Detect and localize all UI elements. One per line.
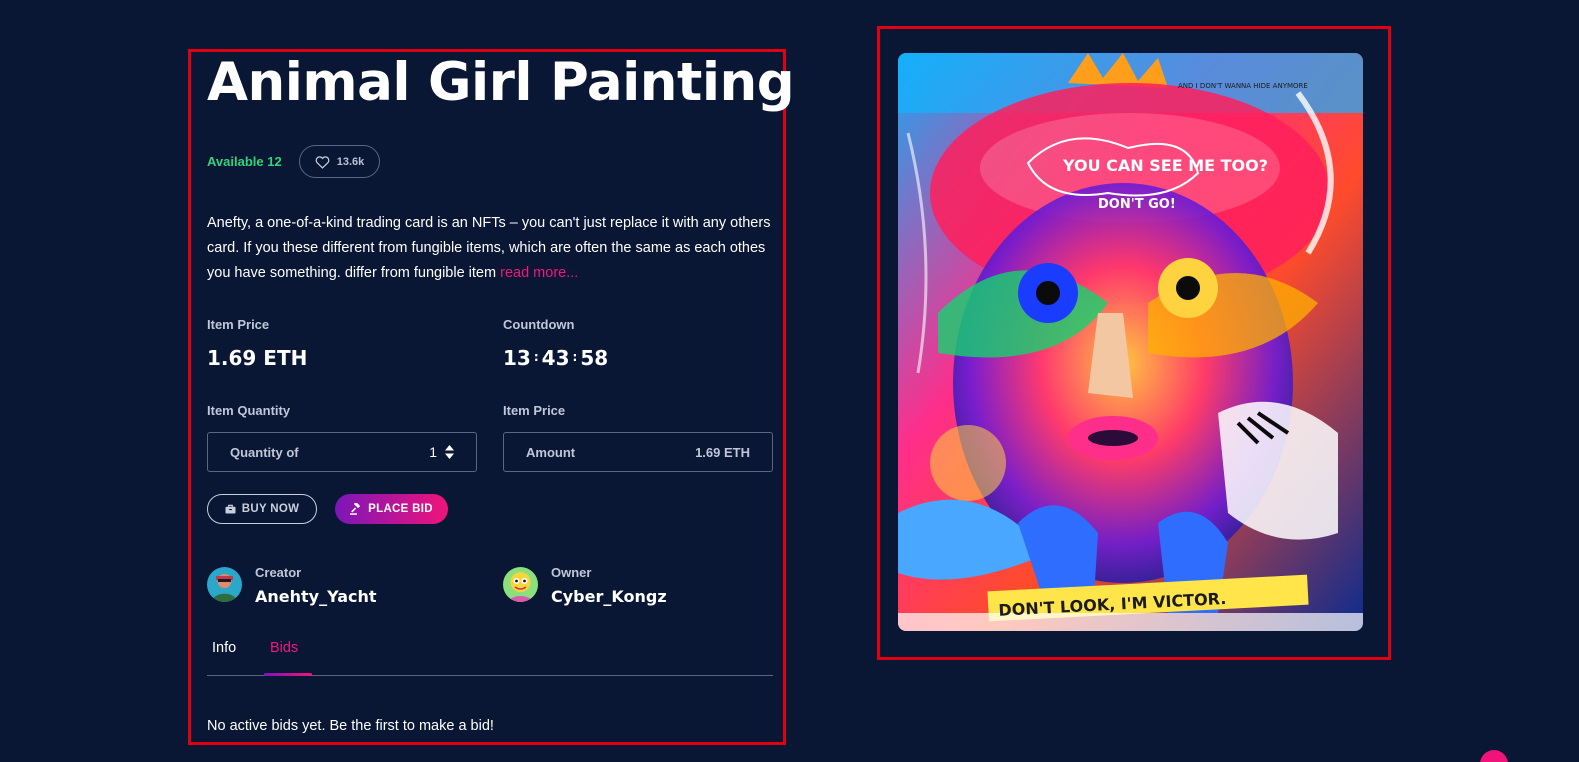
item-quantity-label: Item Quantity	[207, 403, 291, 418]
item-price-value: 1.69 ETH	[207, 346, 308, 370]
scroll-to-top-button[interactable]	[1480, 750, 1508, 762]
bid-price-label: Item Price	[503, 403, 566, 418]
owner-avatar[interactable]	[503, 567, 538, 602]
countdown-label: Countdown	[503, 317, 575, 332]
place-bid-label: PLACE BID	[368, 503, 433, 515]
like-count: 13.6k	[336, 155, 365, 168]
amount-field-label: Amount	[526, 444, 576, 460]
artwork-text: YOU CAN SEE ME TOO?	[1062, 156, 1268, 175]
quantity-field-label: Quantity of	[230, 444, 299, 460]
tab-bids[interactable]: Bids	[270, 640, 298, 656]
nft-artwork-image[interactable]: YOU CAN SEE ME TOO? DON'T GO! AND I DON'…	[898, 53, 1363, 631]
up-down-arrows-icon[interactable]	[445, 445, 454, 459]
availability-label: Available 12	[207, 154, 282, 169]
countdown-timer: 13 : 43 : 58	[503, 346, 608, 370]
creator-avatar[interactable]	[207, 567, 242, 602]
bid-amount-field[interactable]: Amount 1.69 ETH	[503, 432, 773, 472]
artwork-text: DON'T GO!	[1098, 197, 1176, 212]
description-text: Anefty, a one-of-a-kind trading card is …	[207, 215, 771, 281]
like-button[interactable]: 13.6k	[299, 145, 380, 178]
read-more-link[interactable]: read more...	[500, 265, 578, 281]
amount-value: 1.69 ETH	[695, 444, 750, 460]
item-price-label: Item Price	[207, 317, 270, 332]
place-bid-button[interactable]: PLACE BID	[335, 494, 448, 524]
countdown-seconds: 58	[580, 346, 609, 370]
owner-role-label: Owner	[551, 565, 592, 580]
countdown-separator: :	[572, 350, 578, 364]
creator-role-label: Creator	[255, 565, 302, 580]
no-bids-message: No active bids yet. Be the first to make…	[207, 718, 494, 734]
tab-info[interactable]: Info	[212, 640, 236, 656]
active-tab-indicator	[264, 673, 312, 676]
owner-name[interactable]: Cyber_Kongz	[551, 587, 667, 606]
quantity-value: 1	[429, 444, 437, 460]
artwork-text: AND I DON'T WANNA HIDE ANYMORE	[1178, 82, 1308, 90]
heart-icon	[315, 155, 330, 169]
gavel-icon	[350, 503, 361, 515]
countdown-hours: 13	[503, 346, 531, 370]
creator-name[interactable]: Anehty_Yacht	[255, 587, 377, 606]
quantity-stepper[interactable]: Quantity of 1	[207, 432, 477, 472]
item-title: Animal Girl Painting	[207, 52, 795, 113]
countdown-minutes: 43	[541, 346, 570, 370]
buy-now-label: BUY NOW	[241, 503, 300, 515]
item-description: Anefty, a one-of-a-kind trading card is …	[207, 211, 777, 286]
countdown-separator: :	[533, 350, 539, 364]
buy-now-button[interactable]: BUY NOW	[207, 494, 317, 524]
bag-icon	[225, 504, 236, 514]
